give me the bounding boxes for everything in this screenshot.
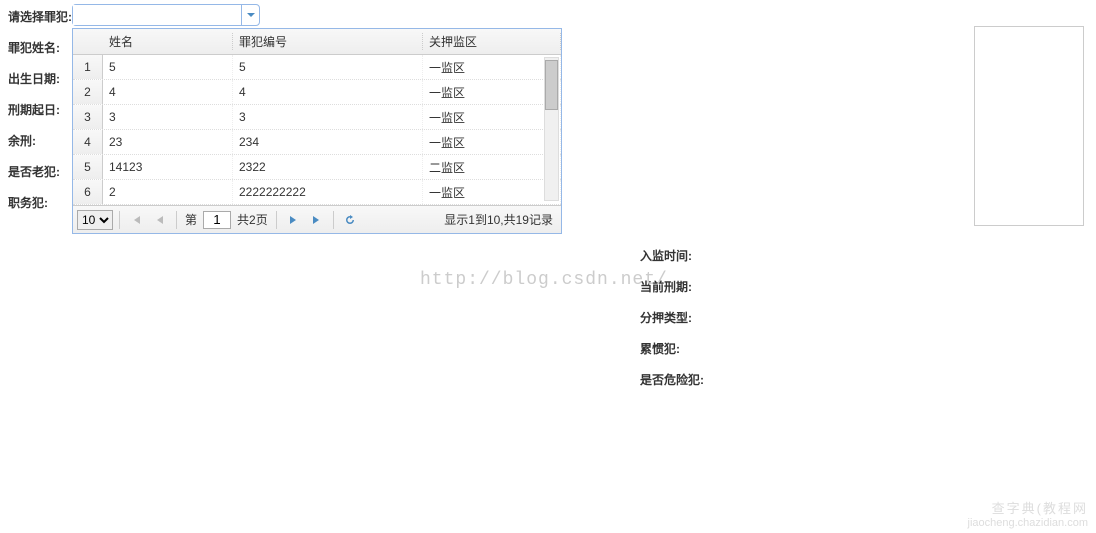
label-sentence-start: 刑期起日:	[8, 101, 68, 118]
header-name[interactable]: 姓名	[103, 33, 233, 50]
label-duty-crime: 职务犯:	[8, 194, 68, 211]
row-number: 4	[73, 130, 103, 154]
pager-separator	[333, 211, 334, 229]
next-page-button[interactable]	[283, 210, 303, 230]
page-size-select[interactable]: 10	[77, 210, 113, 230]
cell-code: 234	[233, 130, 423, 154]
cell-area: 一监区	[423, 80, 561, 104]
label-detention-type: 分押类型:	[640, 309, 1096, 326]
label-birthdate: 出生日期:	[8, 70, 68, 87]
cell-name: 5	[103, 55, 233, 79]
cell-name: 4	[103, 80, 233, 104]
cell-area: 一监区	[423, 180, 561, 204]
pager: 10 第 共2页 显示1到10,共19记录	[73, 205, 561, 233]
scroll-thumb[interactable]	[545, 60, 558, 110]
cell-code: 5	[233, 55, 423, 79]
photo-placeholder	[974, 26, 1084, 226]
selector-label: 请选择罪犯:	[8, 10, 72, 24]
label-admission-time: 入监时间:	[640, 247, 1096, 264]
prisoner-combo-input[interactable]	[73, 5, 241, 25]
watermark-text: http://blog.csdn.net/	[420, 270, 668, 290]
grid-scrollbar[interactable]	[544, 57, 559, 201]
dropdown-grid: 姓名 罪犯编号 关押监区 155一监区244一监区333一监区423234一监区…	[72, 28, 562, 234]
first-page-button[interactable]	[126, 210, 146, 230]
row-number: 3	[73, 105, 103, 129]
cell-area: 一监区	[423, 130, 561, 154]
prev-page-button[interactable]	[150, 210, 170, 230]
page-label-prefix: 第	[185, 211, 197, 228]
label-dangerous: 是否危险犯:	[640, 371, 1096, 388]
row-number: 5	[73, 155, 103, 179]
cell-code: 2222222222	[233, 180, 423, 204]
cell-code: 2322	[233, 155, 423, 179]
cell-area: 二监区	[423, 155, 561, 179]
cell-area: 一监区	[423, 55, 561, 79]
pager-separator	[276, 211, 277, 229]
grid-header: 姓名 罪犯编号 关押监区	[73, 29, 561, 55]
table-row[interactable]: 423234一监区	[73, 130, 561, 155]
cell-name: 23	[103, 130, 233, 154]
label-name: 罪犯姓名:	[8, 39, 68, 56]
header-area[interactable]: 关押监区	[423, 33, 561, 50]
refresh-button[interactable]	[340, 210, 360, 230]
row-number: 1	[73, 55, 103, 79]
header-code[interactable]: 罪犯编号	[233, 33, 423, 50]
cell-code: 3	[233, 105, 423, 129]
cell-area: 一监区	[423, 105, 561, 129]
table-row[interactable]: 333一监区	[73, 105, 561, 130]
prisoner-combo[interactable]	[72, 4, 260, 26]
pager-separator	[119, 211, 120, 229]
label-repeat-offender: 是否老犯:	[8, 163, 68, 180]
total-pages-label: 共2页	[237, 211, 268, 228]
pager-info: 显示1到10,共19记录	[444, 211, 553, 228]
table-row[interactable]: 244一监区	[73, 80, 561, 105]
page-number-input[interactable]	[203, 211, 231, 229]
combo-dropdown-icon[interactable]	[241, 5, 259, 25]
row-number: 2	[73, 80, 103, 104]
cell-code: 4	[233, 80, 423, 104]
table-row[interactable]: 5141232322二监区	[73, 155, 561, 180]
footer-watermark: 查字典(教程网 jiaocheng.chazidian.com	[968, 498, 1088, 529]
label-current-sentence: 当前刑期:	[640, 278, 1096, 295]
table-row[interactable]: 622222222222一监区	[73, 180, 561, 205]
label-habitual-offender: 累惯犯:	[640, 340, 1096, 357]
last-page-button[interactable]	[307, 210, 327, 230]
row-number: 6	[73, 180, 103, 204]
table-row[interactable]: 155一监区	[73, 55, 561, 80]
pager-separator	[176, 211, 177, 229]
cell-name: 14123	[103, 155, 233, 179]
label-remaining: 余刑:	[8, 132, 68, 149]
cell-name: 3	[103, 105, 233, 129]
cell-name: 2	[103, 180, 233, 204]
